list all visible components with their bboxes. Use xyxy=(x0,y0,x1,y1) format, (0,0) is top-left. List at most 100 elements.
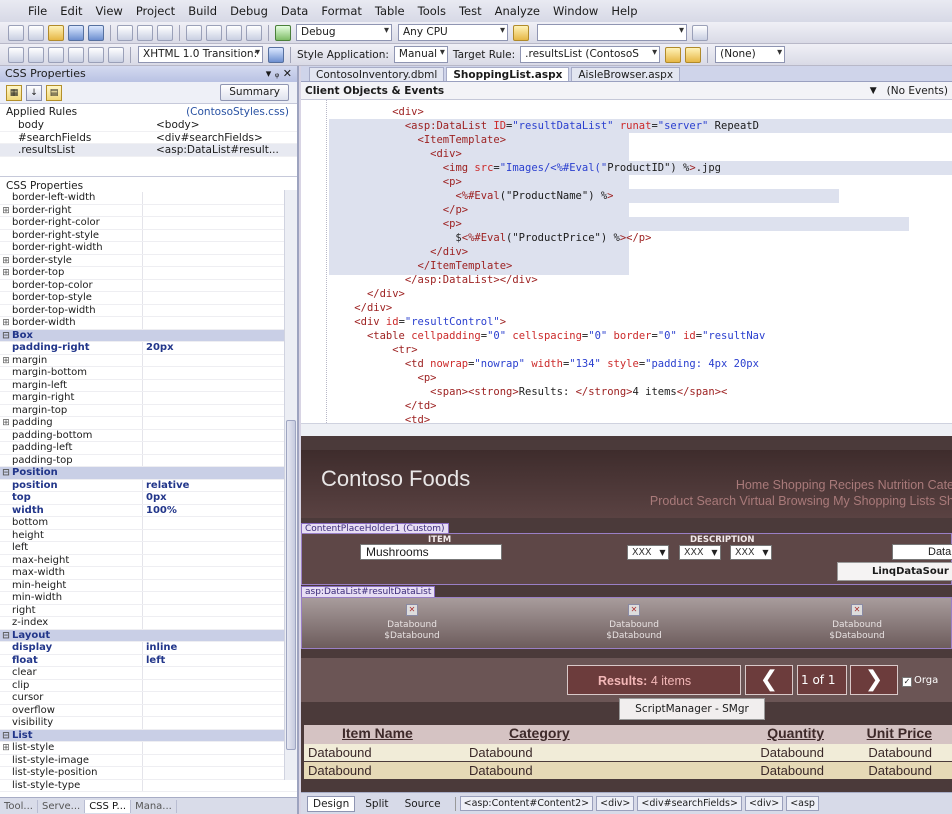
property-value[interactable] xyxy=(143,692,297,704)
description-select[interactable]: XXX xyxy=(730,545,772,560)
menu-file[interactable]: File xyxy=(28,4,56,18)
bookmark-icon[interactable] xyxy=(88,46,104,63)
property-value[interactable] xyxy=(143,242,297,254)
property-value[interactable] xyxy=(143,717,297,729)
find-icon[interactable] xyxy=(513,24,529,41)
panel-window-controls[interactable]: ▾ ᵩ ✕ xyxy=(266,67,292,81)
property-value[interactable]: 100% xyxy=(143,505,297,517)
result-datalist[interactable]: ✕ Databound $Databound ✕ Databound $Data… xyxy=(301,597,952,649)
applied-rule-row[interactable]: #searchFields <div#searchFields> xyxy=(0,132,297,144)
breadcrumb-item[interactable]: <div#searchFields> xyxy=(637,796,742,811)
property-value[interactable] xyxy=(143,442,297,454)
expand-toggle-icon[interactable]: ⊞ xyxy=(0,417,12,429)
property-value[interactable] xyxy=(143,405,297,417)
property-value[interactable] xyxy=(143,555,297,567)
property-row[interactable]: clip xyxy=(0,679,297,692)
menu-test[interactable]: Test xyxy=(459,4,491,18)
chevron-down-icon[interactable]: ▼ xyxy=(870,86,877,96)
new-project-icon[interactable] xyxy=(8,24,24,41)
find-box[interactable] xyxy=(537,24,687,41)
property-value[interactable] xyxy=(143,742,297,754)
tab-aisle-browser[interactable]: AisleBrowser.aspx xyxy=(571,67,681,81)
comment-icon[interactable] xyxy=(48,46,64,63)
property-value[interactable] xyxy=(143,580,297,592)
property-row[interactable]: ⊞ padding xyxy=(0,417,297,430)
property-category[interactable]: ⊟ Layout xyxy=(0,629,297,642)
property-value[interactable] xyxy=(143,267,297,279)
property-row[interactable]: ⊞ border-width xyxy=(0,317,297,330)
next-page-button[interactable]: ❯ xyxy=(850,665,898,695)
property-row[interactable]: list-style-position xyxy=(0,767,297,780)
indent-icon[interactable] xyxy=(8,46,24,63)
redo-icon[interactable] xyxy=(206,24,222,41)
property-row[interactable]: border-right-style xyxy=(0,229,297,242)
property-row[interactable]: width 100% xyxy=(0,504,297,517)
property-value[interactable] xyxy=(143,730,297,742)
uncomment-icon[interactable] xyxy=(68,46,84,63)
menu-window[interactable]: Window xyxy=(553,4,607,18)
datalist-item[interactable]: ✕ Databound $Databound xyxy=(352,604,472,642)
tab-contoso-inventory[interactable]: ContosoInventory.dbml xyxy=(309,67,445,81)
expand-toggle-icon[interactable]: ⊞ xyxy=(0,205,12,217)
property-value[interactable] xyxy=(143,355,297,367)
property-row[interactable]: left xyxy=(0,542,297,555)
organic-checkbox[interactable]: ✓ Orga xyxy=(902,675,938,687)
expand-toggle-icon[interactable]: ⊟ xyxy=(0,730,12,742)
property-row[interactable]: list-style-image xyxy=(0,754,297,767)
property-value[interactable] xyxy=(143,542,297,554)
property-value[interactable] xyxy=(143,280,297,292)
property-row[interactable]: cursor xyxy=(0,692,297,705)
property-value[interactable] xyxy=(143,617,297,629)
column-header-quantity[interactable]: Quantity xyxy=(674,725,824,744)
property-value[interactable] xyxy=(143,592,297,604)
datalist-item[interactable]: ✕ Databound $Databound xyxy=(797,604,917,642)
checkbox-checked-icon[interactable]: ✓ xyxy=(902,677,912,687)
solution-platform-select[interactable]: Any CPU xyxy=(398,24,508,41)
property-value[interactable] xyxy=(143,517,297,529)
column-header-unit-price[interactable]: Unit Price xyxy=(824,725,952,744)
expand-toggle-icon[interactable]: ⊞ xyxy=(0,267,12,279)
property-value[interactable] xyxy=(143,192,297,204)
property-row[interactable]: float left xyxy=(0,654,297,667)
apply-style-icon[interactable] xyxy=(665,46,682,63)
summary-button[interactable]: Summary xyxy=(220,84,289,101)
property-value[interactable]: left xyxy=(143,655,297,667)
menu-tools[interactable]: Tools xyxy=(418,4,455,18)
site-nav-primary[interactable]: Home Shopping Recipes Nutrition Cate xyxy=(736,478,952,492)
property-row[interactable]: display inline xyxy=(0,642,297,655)
design-view[interactable]: Contoso Foods Home Shopping Recipes Nutr… xyxy=(301,436,952,792)
property-value[interactable] xyxy=(143,380,297,392)
property-value[interactable] xyxy=(143,230,297,242)
description-select[interactable]: XXX xyxy=(679,545,721,560)
breadcrumb-item[interactable]: <div> xyxy=(596,796,635,811)
property-row[interactable]: border-right-width xyxy=(0,242,297,255)
property-value[interactable] xyxy=(143,667,297,679)
start-debugging-icon[interactable] xyxy=(275,24,291,41)
find-in-files-icon[interactable] xyxy=(692,24,708,41)
events-select[interactable]: (No Events) xyxy=(887,85,948,97)
property-row[interactable]: border-left-width xyxy=(0,192,297,205)
property-row[interactable]: padding-bottom xyxy=(0,429,297,442)
copy-icon[interactable] xyxy=(137,24,153,41)
source-view-button[interactable]: Source xyxy=(399,796,447,812)
tab-shopping-list[interactable]: ShoppingList.aspx xyxy=(446,67,570,81)
expand-toggle-icon[interactable]: ⊞ xyxy=(0,317,12,329)
property-value[interactable] xyxy=(143,530,297,542)
property-value[interactable] xyxy=(143,417,297,429)
property-value[interactable] xyxy=(143,605,297,617)
property-row[interactable]: bottom xyxy=(0,517,297,530)
breadcrumb-item[interactable]: <asp:Content#Content2> xyxy=(459,796,594,811)
property-row[interactable]: ⊞ margin xyxy=(0,354,297,367)
navigate-forward-icon[interactable] xyxy=(246,24,262,41)
property-row[interactable]: border-top-color xyxy=(0,279,297,292)
property-value[interactable] xyxy=(143,780,297,792)
property-category[interactable]: ⊟ Position xyxy=(0,467,297,480)
table-row[interactable]: Databound Databound Databound Databound xyxy=(304,762,952,779)
design-view-button[interactable]: Design xyxy=(307,795,356,812)
target-rule-select[interactable]: .resultsList (ContosoS xyxy=(520,46,661,63)
split-view-button[interactable]: Split xyxy=(359,796,394,812)
outdent-icon[interactable] xyxy=(28,46,44,63)
property-value[interactable] xyxy=(143,217,297,229)
menu-analyze[interactable]: Analyze xyxy=(495,4,549,18)
scrollbar-thumb[interactable] xyxy=(286,420,296,750)
